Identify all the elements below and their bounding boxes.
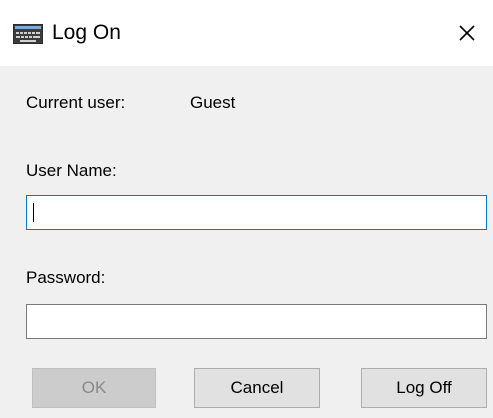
text-caret: [33, 203, 34, 222]
logon-dialog: Log On Current user: Guest User Name: Pa…: [0, 0, 493, 418]
current-user-value: Guest: [190, 93, 236, 112]
username-label: User Name:: [26, 161, 117, 180]
password-field[interactable]: [26, 304, 487, 339]
title-bar: Log On: [0, 0, 493, 66]
ok-button[interactable]: OK: [32, 368, 156, 408]
password-label: Password:: [26, 268, 106, 287]
cancel-button[interactable]: Cancel: [194, 368, 320, 408]
log-off-button[interactable]: Log Off: [361, 368, 487, 408]
dialog-title: Log On: [52, 21, 121, 44]
close-icon[interactable]: [452, 18, 482, 48]
dialog-body: Current user: Guest User Name: Password:…: [0, 66, 493, 418]
username-field[interactable]: [26, 195, 487, 230]
current-user-label: Current user:: [26, 93, 126, 112]
keyboard-icon: [13, 24, 43, 44]
